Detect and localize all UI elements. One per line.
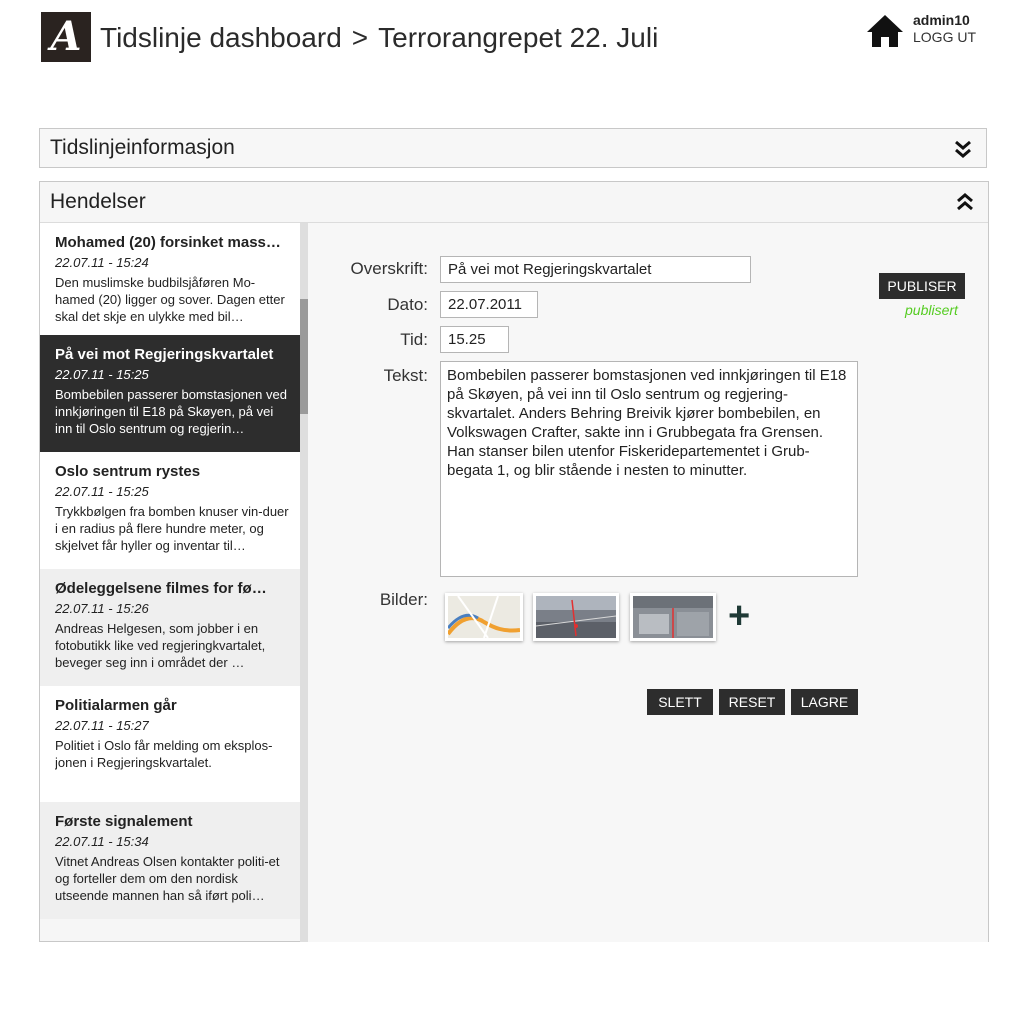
timeline-info-title: Tidslinjeinformasjon (50, 136, 235, 159)
images-label: Bilder: (379, 590, 428, 609)
publish-status: publisert (905, 302, 958, 318)
chevron-double-down-icon[interactable] (954, 139, 972, 159)
event-title: Oslo sentrum rystes (55, 463, 201, 480)
logo[interactable]: A (41, 12, 91, 62)
events-panel-header[interactable]: Hendelser (40, 182, 988, 223)
event-excerpt: Politiet i Oslo får melding om eksplos-j… (55, 738, 273, 770)
text-label: Tekst: (383, 366, 428, 385)
breadcrumb: Tidslinje dashboard > Terrorangrepet 22. J… (100, 22, 658, 54)
event-item[interactable]: Ødeleggelsene filmes for fø… 22.07.11 - … (40, 569, 300, 686)
event-date: 22.07.11 - 15:34 (55, 834, 149, 849)
chevron-double-up-icon[interactable] (956, 192, 974, 212)
events-panel: Hendelser Mohamed (20) forsinket mass… 2… (39, 181, 989, 942)
delete-button[interactable]: SLETT (647, 689, 713, 715)
publish-button[interactable]: PUBLISER (879, 273, 965, 299)
event-item[interactable]: Mohamed (20) forsinket mass… 22.07.11 - … (40, 223, 300, 340)
event-list-scroll-thumb[interactable] (300, 299, 308, 414)
event-excerpt: Andreas Helgesen, som jobber i en fotobu… (55, 621, 266, 670)
timeline-info-panel[interactable]: Tidslinjeinformasjon (39, 128, 987, 168)
username: admin10 (913, 12, 970, 28)
event-excerpt: Trykkbølgen fra bomben knuser vin-duer i… (55, 504, 289, 553)
logo-letter: A (50, 13, 82, 60)
date-label: Dato: (387, 295, 428, 314)
street-image (536, 596, 616, 638)
event-date: 22.07.11 - 15:27 (55, 718, 149, 733)
text-area[interactable]: Bombebilen passerer bomstasjonen ved inn… (440, 361, 858, 577)
event-item[interactable]: Politialarmen går 22.07.11 - 15:27 Polit… (40, 686, 300, 803)
add-image-button[interactable]: + (728, 597, 750, 635)
save-button[interactable]: LAGRE (791, 689, 858, 715)
events-title: Hendelser (50, 190, 146, 213)
event-excerpt: Bombebilen passerer bomstasjonen ved inn… (55, 387, 287, 436)
image-thumbnail-map[interactable] (445, 593, 523, 641)
event-title: På vei mot Regjeringskvartalet (55, 346, 274, 363)
map-image (448, 596, 520, 638)
event-excerpt: Vitnet Andreas Olsen kontakter politi-et… (55, 854, 280, 903)
event-title: Ødeleggelsene filmes for fø… (55, 580, 267, 597)
event-editor: Overskrift: Dato: Tid: Tekst: Bombebilen… (308, 223, 988, 942)
event-date: 22.07.11 - 15:25 (55, 367, 149, 382)
logout-link[interactable]: LOGG UT (913, 29, 976, 46)
time-label: Tid: (400, 330, 428, 349)
event-item[interactable]: Første signalement 22.07.11 - 15:34 Vitn… (40, 802, 300, 919)
headline-input[interactable] (440, 256, 751, 283)
event-title: Mohamed (20) forsinket mass… (55, 234, 281, 251)
event-item-selected[interactable]: På vei mot Regjeringskvartalet 22.07.11 … (40, 335, 300, 452)
event-list: Mohamed (20) forsinket mass… 22.07.11 - … (40, 223, 308, 942)
reset-button[interactable]: RESET (719, 689, 785, 715)
home-icon[interactable] (866, 14, 904, 48)
time-input[interactable] (440, 326, 509, 353)
date-input[interactable] (440, 291, 538, 318)
event-date: 22.07.11 - 15:25 (55, 484, 149, 499)
headline-label: Overskrift: (350, 259, 428, 278)
breadcrumb-separator: > (351, 22, 369, 53)
square-image (633, 596, 713, 638)
event-title: Første signalement (55, 813, 193, 830)
event-title: Politialarmen går (55, 697, 177, 714)
event-item[interactable]: Oslo sentrum rystes 22.07.11 - 15:25 Try… (40, 452, 300, 569)
image-thumbnail-street[interactable] (533, 593, 619, 641)
breadcrumb-root[interactable]: Tidslinje dashboard (100, 22, 342, 53)
user-box: admin10 LOGG UT (913, 12, 976, 46)
image-thumbnail-square[interactable] (630, 593, 716, 641)
event-date: 22.07.11 - 15:26 (55, 601, 149, 616)
breadcrumb-current: Terrorangrepet 22. Juli (378, 22, 659, 53)
event-date: 22.07.11 - 15:24 (55, 255, 149, 270)
event-excerpt: Den muslimske budbilsjåføren Mo-hamed (2… (55, 275, 285, 324)
